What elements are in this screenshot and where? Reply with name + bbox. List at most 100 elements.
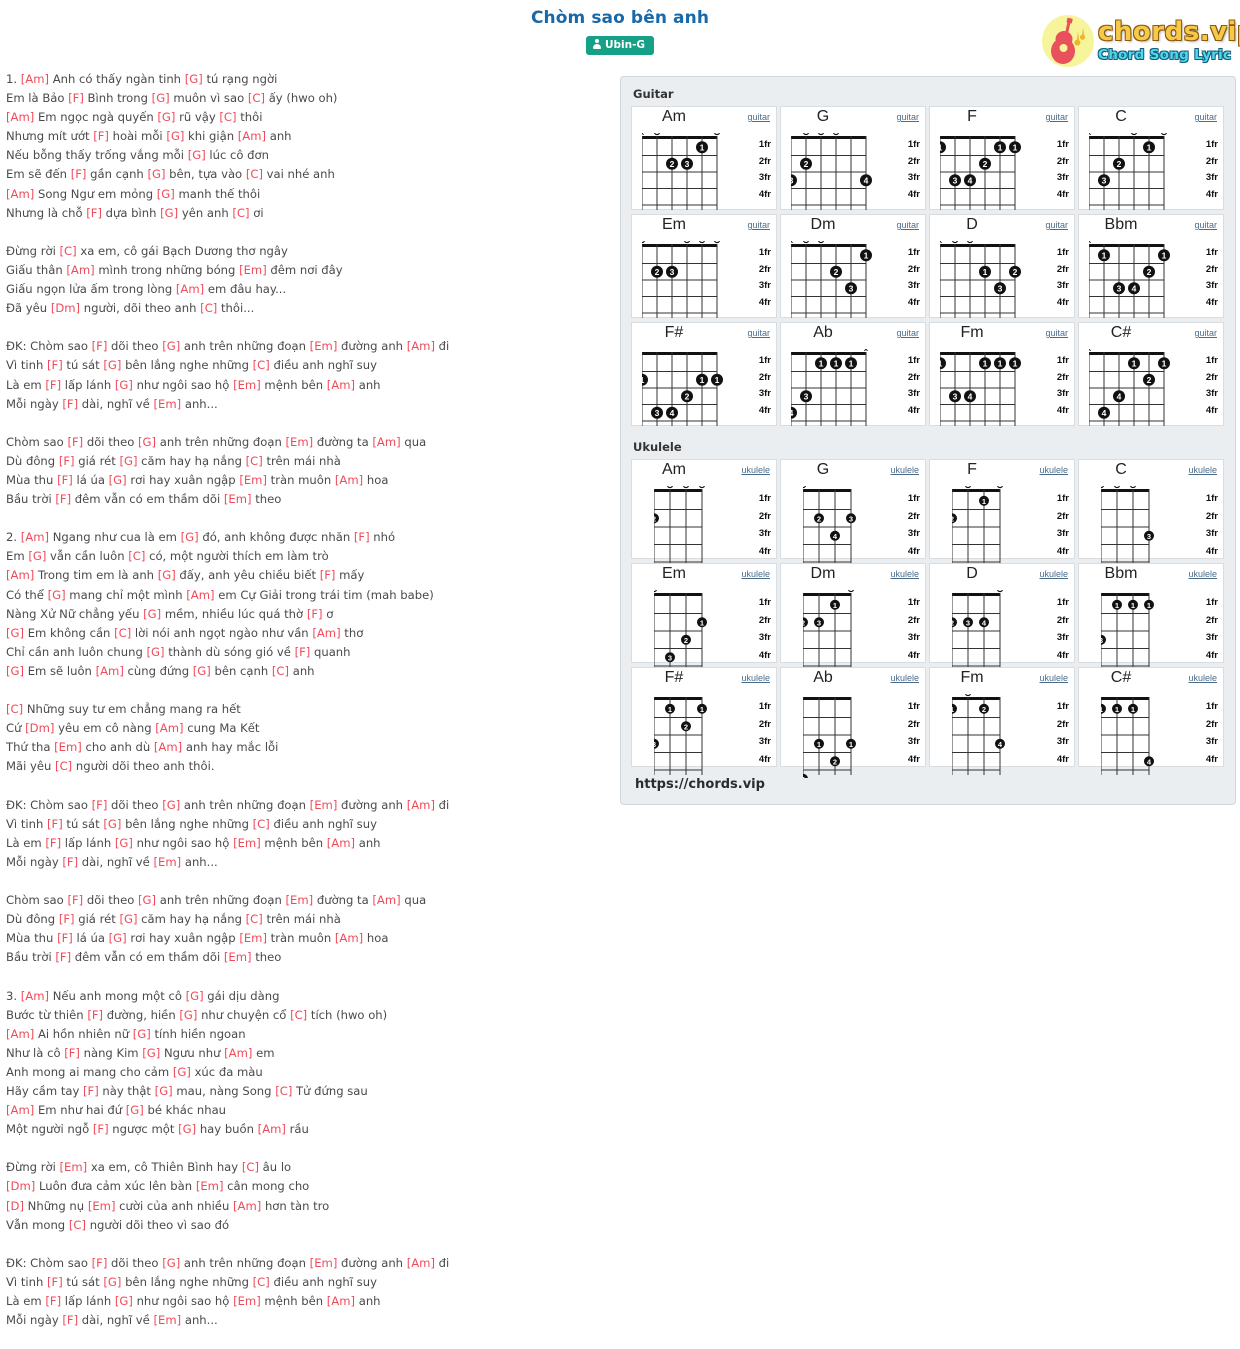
chord-marker[interactable]: [F]: [93, 129, 109, 143]
chord-card-fsharp[interactable]: F# ukulele 1 1 2 3 1fr 2fr 3fr 4fr: [631, 667, 777, 775]
chord-marker[interactable]: [Am]: [154, 740, 182, 754]
chord-marker[interactable]: [F]: [47, 817, 63, 831]
chord-marker[interactable]: [G]: [162, 339, 180, 353]
chord-marker[interactable]: [Am]: [176, 282, 204, 296]
chord-card-f[interactable]: Fukulele121fr2fr3fr4fr: [929, 459, 1075, 567]
chord-card-d[interactable]: Dguitarx1231fr2fr3fr4fr: [929, 214, 1075, 318]
chord-marker[interactable]: [G]: [160, 206, 178, 220]
chord-marker[interactable]: [G]: [115, 836, 133, 850]
chord-card-ab[interactable]: Abguitarx111341fr2fr3fr4fr: [780, 322, 926, 426]
chord-marker[interactable]: [G]: [185, 72, 203, 86]
chord-marker[interactable]: [G]: [157, 187, 175, 201]
chord-marker[interactable]: [C]: [60, 244, 77, 258]
instrument-link[interactable]: guitar: [747, 328, 770, 338]
chord-marker[interactable]: [Am]: [21, 530, 49, 544]
chord-marker[interactable]: [F]: [47, 358, 63, 372]
chord-card-em[interactable]: Em ukulele 1 2 3 1fr 2fr 3fr 4fr: [631, 563, 777, 671]
chord-marker[interactable]: [F]: [57, 473, 73, 487]
chord-marker[interactable]: [G]: [188, 148, 206, 162]
chord-marker[interactable]: [F]: [57, 931, 73, 945]
chord-marker[interactable]: [G]: [147, 167, 165, 181]
chord-marker[interactable]: [C]: [55, 759, 72, 773]
chord-marker[interactable]: [Am]: [6, 1103, 34, 1117]
chord-marker[interactable]: [F]: [295, 645, 311, 659]
chord-card-fm[interactable]: Fmukulele1241fr2fr3fr4fr: [929, 667, 1075, 775]
chord-marker[interactable]: [Am]: [327, 836, 355, 850]
chord-marker[interactable]: [G]: [115, 1294, 133, 1308]
chord-marker[interactable]: [G]: [119, 912, 137, 926]
chord-marker[interactable]: [Am]: [6, 187, 34, 201]
chord-marker[interactable]: [Em]: [233, 378, 261, 392]
chord-marker[interactable]: [Em]: [239, 263, 267, 277]
instrument-link[interactable]: guitar: [1194, 112, 1217, 122]
chord-card-em[interactable]: Em guitar 2 3 1fr 2fr 3fr 4fr: [631, 214, 777, 318]
chord-marker[interactable]: [F]: [67, 435, 83, 449]
chord-marker[interactable]: [F]: [93, 1122, 109, 1136]
chord-marker[interactable]: [G]: [6, 626, 24, 640]
chord-marker[interactable]: [Am]: [21, 989, 49, 1003]
chord-card-dm[interactable]: Dm ukulele 1 2 3 1fr 2fr 3fr 4fr: [780, 563, 926, 671]
instrument-link[interactable]: ukulele: [1039, 673, 1068, 683]
chord-marker[interactable]: [Em]: [310, 1256, 338, 1270]
chord-marker[interactable]: [Am]: [66, 263, 94, 277]
chord-marker[interactable]: [G]: [152, 91, 170, 105]
chord-marker[interactable]: [Em]: [224, 950, 252, 964]
chord-marker[interactable]: [C]: [290, 1008, 307, 1022]
chord-marker[interactable]: [Am]: [327, 378, 355, 392]
chord-marker[interactable]: [Am]: [6, 110, 34, 124]
instrument-link[interactable]: guitar: [1194, 220, 1217, 230]
instrument-link[interactable]: ukulele: [890, 673, 919, 683]
chord-marker[interactable]: [F]: [47, 1275, 63, 1289]
chord-marker[interactable]: [G]: [109, 473, 127, 487]
chord-card-g[interactable]: Gukulele 2 3 4 1fr 2fr 3fr 4fr: [780, 459, 926, 567]
chord-marker[interactable]: [Dm]: [25, 721, 54, 735]
chord-marker[interactable]: [G]: [109, 931, 127, 945]
chord-marker[interactable]: [Em]: [286, 893, 314, 907]
chord-card-c[interactable]: Cukulele 3 1fr 2fr 3fr 4fr: [1078, 459, 1224, 567]
chord-marker[interactable]: [G]: [138, 893, 156, 907]
chord-marker[interactable]: [Dm]: [51, 301, 80, 315]
chord-marker[interactable]: [Am]: [21, 72, 49, 86]
chord-marker[interactable]: [F]: [320, 568, 336, 582]
chord-marker[interactable]: [F]: [45, 378, 61, 392]
chord-card-fm[interactable]: Fmguitar1111341fr2fr3fr4fr: [929, 322, 1075, 426]
chord-marker[interactable]: [C]: [6, 702, 23, 716]
chord-marker[interactable]: [F]: [62, 855, 78, 869]
instrument-link[interactable]: ukulele: [741, 673, 770, 683]
chord-marker[interactable]: [Em]: [310, 339, 338, 353]
chord-marker[interactable]: [F]: [55, 950, 71, 964]
chord-marker[interactable]: [G]: [48, 588, 66, 602]
chord-marker[interactable]: [F]: [354, 530, 370, 544]
chord-marker[interactable]: [C]: [253, 1275, 270, 1289]
chord-marker[interactable]: [F]: [92, 1256, 108, 1270]
chord-marker[interactable]: [G]: [103, 1275, 121, 1289]
chord-marker[interactable]: [G]: [133, 1027, 151, 1041]
chord-marker[interactable]: [Am]: [372, 435, 400, 449]
chord-marker[interactable]: [G]: [157, 110, 175, 124]
chord-marker[interactable]: [G]: [28, 549, 46, 563]
chord-marker[interactable]: [Em]: [233, 1294, 261, 1308]
chord-marker[interactable]: [Em]: [196, 1179, 224, 1193]
chord-marker[interactable]: [C]: [128, 549, 145, 563]
site-url[interactable]: https://chords.vip: [635, 777, 1227, 792]
chord-marker[interactable]: [C]: [242, 1160, 259, 1174]
chord-marker[interactable]: [G]: [138, 435, 156, 449]
chord-card-am[interactable]: Amguitarx1231fr2fr3fr4fr: [631, 106, 777, 210]
chord-marker[interactable]: [F]: [83, 1084, 99, 1098]
instrument-link[interactable]: guitar: [1045, 220, 1068, 230]
instrument-link[interactable]: guitar: [896, 112, 919, 122]
chord-card-csharp[interactable]: C#ukulele11141fr2fr3fr4fr: [1078, 667, 1224, 775]
chord-marker[interactable]: [F]: [59, 912, 75, 926]
chord-card-dm[interactable]: Dmguitarx1231fr2fr3fr4fr: [780, 214, 926, 318]
chord-card-am[interactable]: Am ukulele 2 1fr 2fr 3fr 4fr: [631, 459, 777, 567]
chord-card-g[interactable]: Gguitar 23 4 1fr 2fr 3fr 4fr: [780, 106, 926, 210]
chord-marker[interactable]: [C]: [114, 626, 131, 640]
chord-marker[interactable]: [C]: [232, 206, 249, 220]
chord-marker[interactable]: [G]: [186, 989, 204, 1003]
chord-marker[interactable]: [Em]: [153, 1313, 181, 1327]
chord-marker[interactable]: [Em]: [153, 855, 181, 869]
chord-marker[interactable]: [G]: [115, 378, 133, 392]
chord-marker[interactable]: [C]: [253, 817, 270, 831]
chord-marker[interactable]: [G]: [6, 664, 24, 678]
chord-marker[interactable]: [G]: [158, 568, 176, 582]
